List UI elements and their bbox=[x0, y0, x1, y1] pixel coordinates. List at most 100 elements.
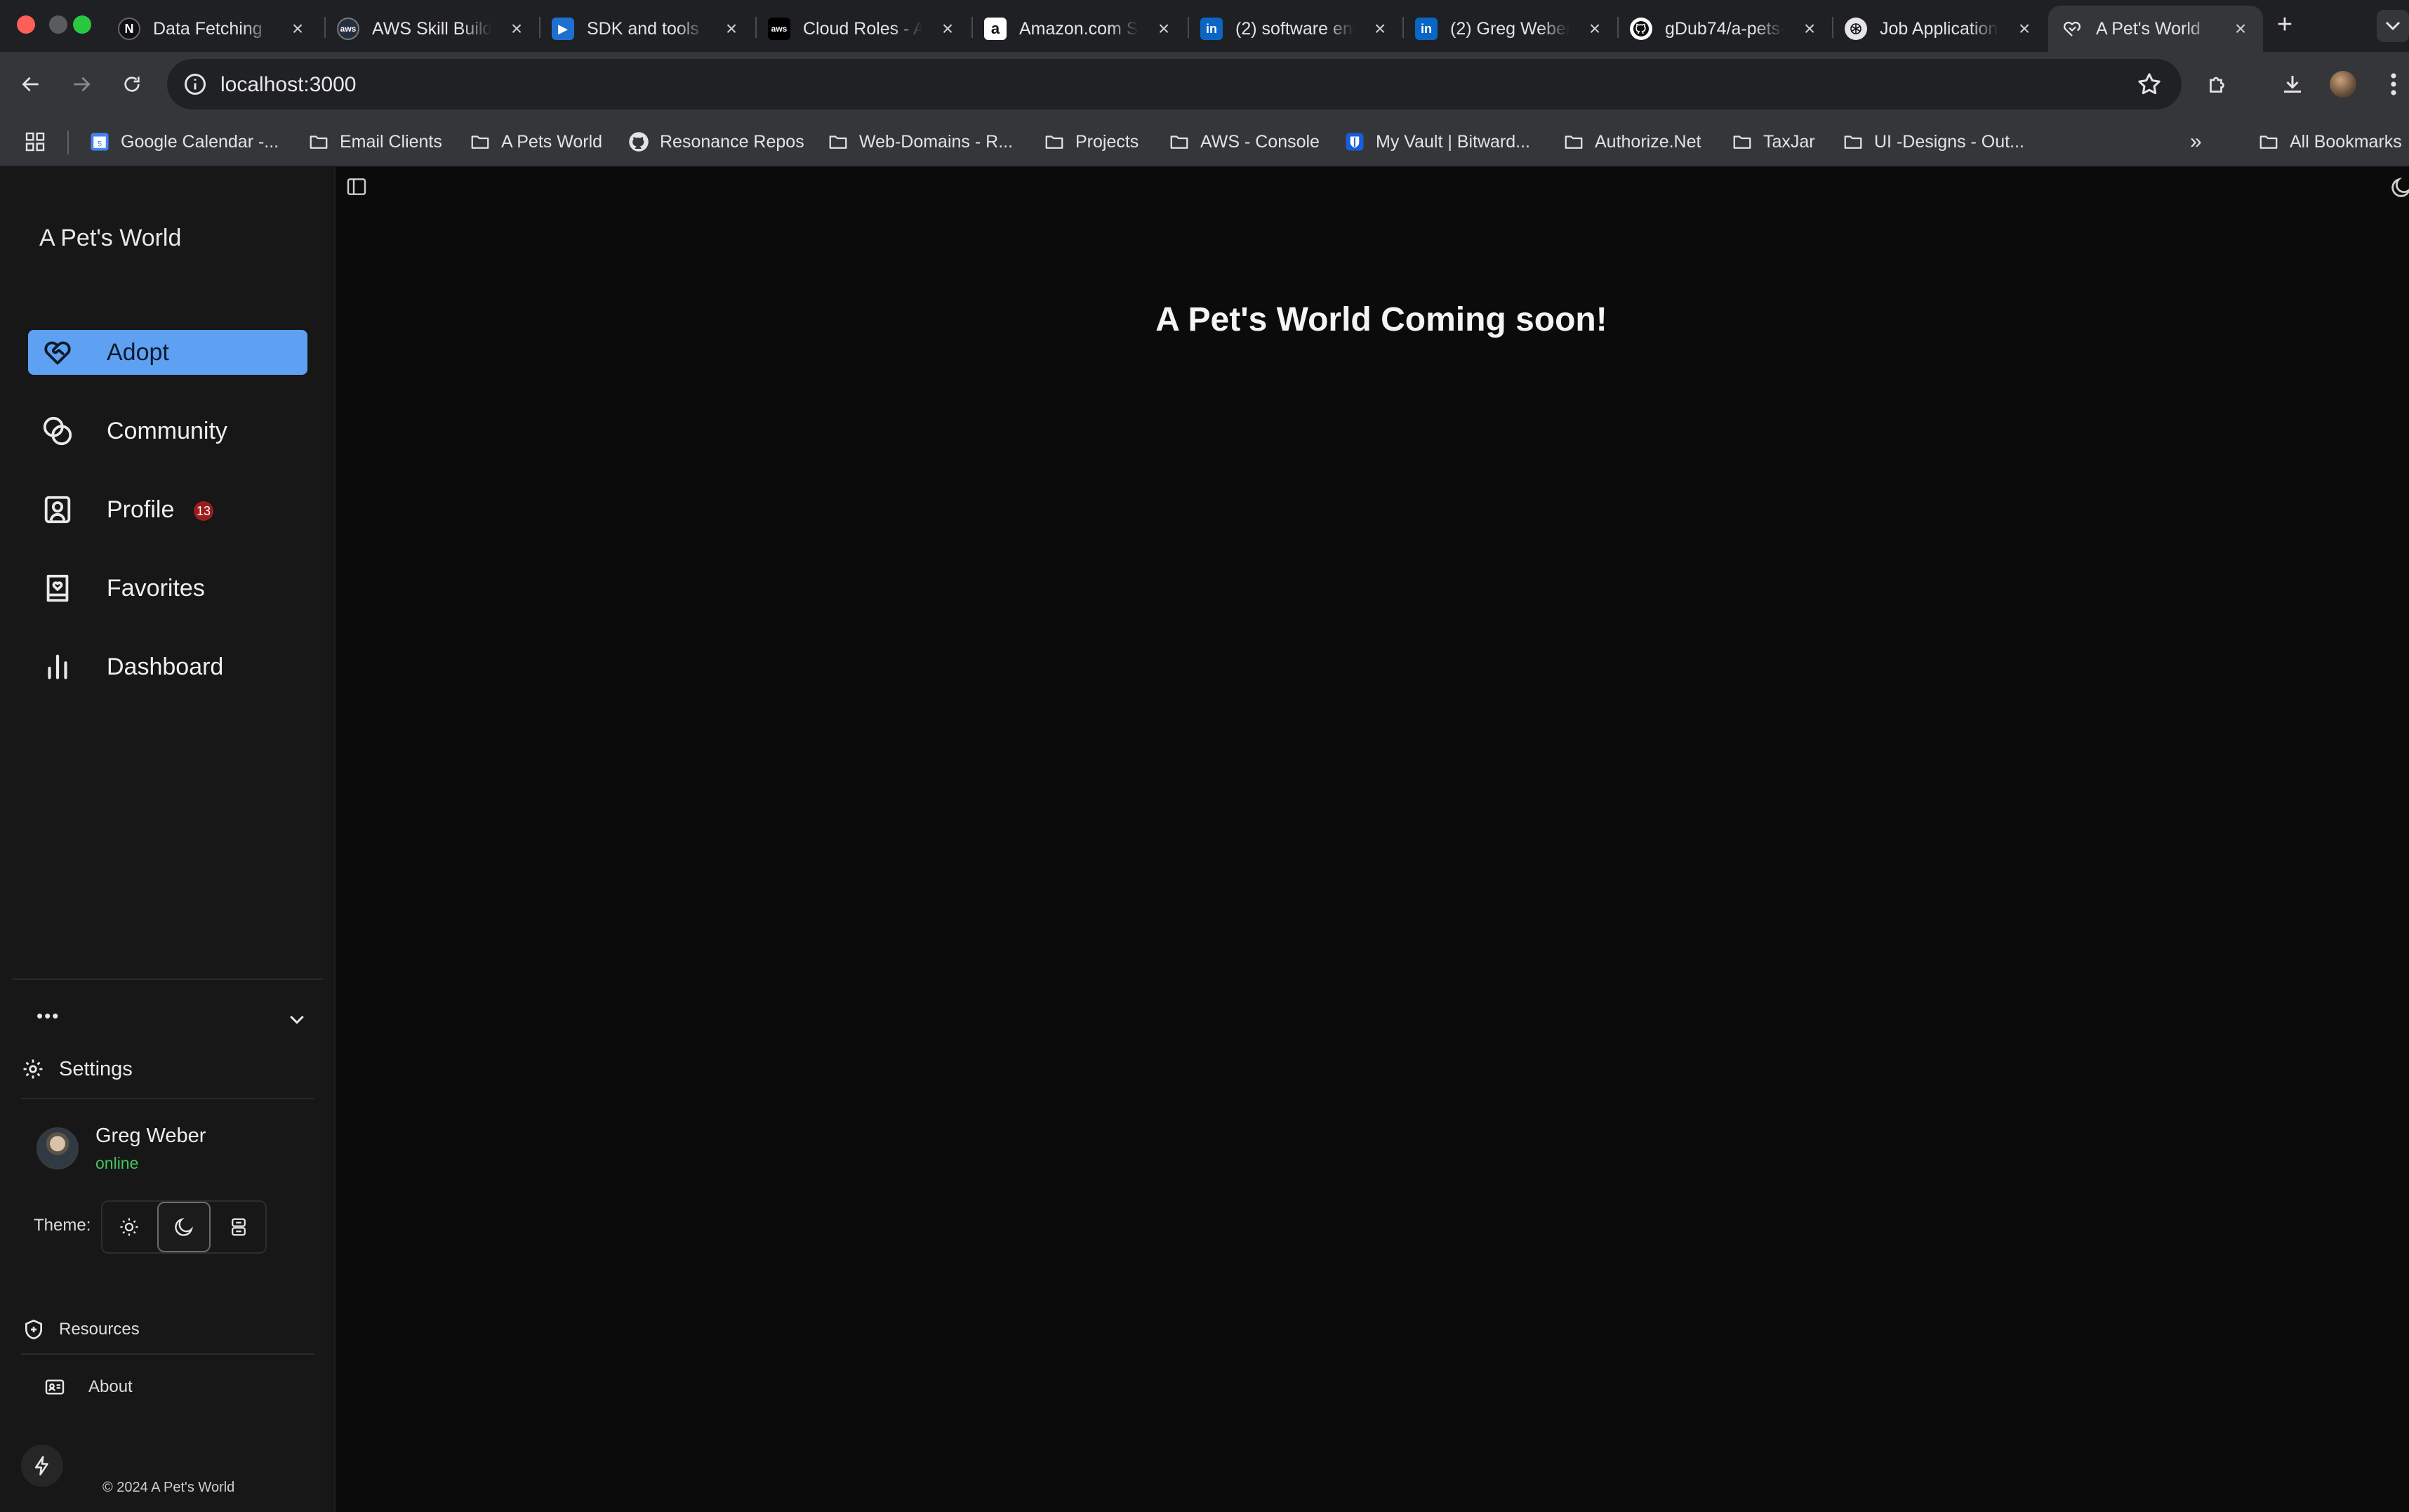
bookmarks-overflow-button[interactable]: » bbox=[2190, 128, 2202, 156]
browser-tab[interactable]: aws Cloud Roles - AWS × bbox=[755, 6, 970, 52]
aws-icon: aws bbox=[337, 18, 359, 40]
notification-badge: 13 bbox=[194, 501, 214, 521]
user-status: online bbox=[95, 1154, 139, 1172]
bookmark-folder[interactable]: Web-Domains - R... bbox=[827, 128, 1013, 156]
reload-button[interactable] bbox=[114, 66, 150, 102]
more-dots-icon[interactable]: ••• bbox=[36, 1005, 60, 1027]
tab-title: gDub74/a-pets-world bbox=[1665, 18, 1784, 39]
bookmark-item[interactable]: 5 Google Calendar -... bbox=[88, 128, 279, 156]
bookmark-folder[interactable]: Email Clients bbox=[307, 128, 442, 156]
bookmark-label: Email Clients bbox=[340, 131, 442, 152]
browser-tab[interactable]: a Amazon.com Shopping × bbox=[971, 6, 1186, 52]
bookmark-label: Web-Domains - R... bbox=[859, 131, 1014, 152]
tab-search-button[interactable] bbox=[2377, 10, 2409, 42]
bookmark-folder[interactable]: TaxJar bbox=[1731, 128, 1815, 156]
browser-tab-strip: N Data Fetching × aws AWS Skill Builder … bbox=[0, 0, 2409, 52]
folder-icon bbox=[307, 131, 330, 153]
tab-close-icon[interactable]: × bbox=[2013, 18, 2036, 40]
browser-tab[interactable]: in (2) software engineer × bbox=[1188, 6, 1402, 52]
bookmark-folder[interactable]: Projects bbox=[1043, 128, 1139, 156]
tab-close-icon[interactable]: × bbox=[2229, 18, 2252, 40]
user-name: Greg Weber bbox=[95, 1125, 206, 1147]
tab-close-icon[interactable]: × bbox=[936, 18, 959, 40]
bookmark-label: AWS - Console bbox=[1200, 131, 1320, 152]
theme-system-button[interactable] bbox=[212, 1202, 265, 1252]
settings-link[interactable]: Settings bbox=[21, 1053, 133, 1085]
browser-tab[interactable]: Job Application × bbox=[1832, 6, 2047, 52]
avatar bbox=[36, 1127, 79, 1169]
site-info-icon bbox=[185, 74, 206, 95]
moon-icon bbox=[175, 1217, 194, 1236]
tab-close-icon[interactable]: × bbox=[1798, 18, 1821, 40]
divider bbox=[21, 1098, 314, 1099]
bookmark-item[interactable]: Resonance Repos bbox=[628, 128, 804, 156]
tab-close-icon[interactable]: × bbox=[1153, 18, 1175, 40]
sidebar-item-dashboard[interactable]: Dashboard bbox=[28, 644, 307, 689]
quick-action-button[interactable] bbox=[21, 1445, 63, 1487]
theme-dark-button[interactable] bbox=[157, 1202, 211, 1252]
address-bar[interactable]: localhost:3000 bbox=[167, 59, 2182, 110]
browser-toolbar: localhost:3000 bbox=[0, 52, 2409, 117]
sidebar-item-profile[interactable]: Profile 13 bbox=[28, 487, 307, 532]
tab-close-icon[interactable]: × bbox=[1369, 18, 1391, 40]
sun-icon bbox=[120, 1218, 138, 1236]
sidebar-item-adopt[interactable]: Adopt bbox=[28, 330, 307, 375]
tab-close-icon[interactable]: × bbox=[505, 18, 528, 40]
browser-tab-active[interactable]: A Pet's World × bbox=[2048, 6, 2263, 52]
more-menu-row[interactable]: ••• bbox=[28, 1002, 316, 1037]
bookmark-folder[interactable]: UI -Designs - Out... bbox=[1842, 128, 2024, 156]
brand-title[interactable]: A Pet's World bbox=[39, 225, 181, 252]
folder-icon bbox=[827, 131, 849, 153]
bookmark-folder[interactable]: Authorize.Net bbox=[1562, 128, 1701, 156]
browser-tab[interactable]: in (2) Greg Weber × bbox=[1402, 6, 1617, 52]
tab-close-icon[interactable]: × bbox=[720, 18, 743, 40]
gear-icon bbox=[23, 1059, 43, 1079]
new-tab-button[interactable]: + bbox=[2269, 8, 2301, 41]
bookmark-folder[interactable]: A Pets World bbox=[469, 128, 602, 156]
chevron-down-icon[interactable] bbox=[285, 1009, 309, 1030]
shield-plus-icon bbox=[25, 1319, 42, 1340]
profile-button[interactable] bbox=[2326, 67, 2360, 101]
id-card-icon bbox=[45, 1379, 65, 1395]
arrow-left-icon bbox=[22, 77, 39, 92]
browser-tab[interactable]: gDub74/a-pets-world × bbox=[1617, 6, 1832, 52]
sidebar-toggle-icon[interactable] bbox=[345, 175, 368, 198]
double-chevron-icon: » bbox=[2190, 130, 2202, 153]
openai-icon bbox=[1845, 18, 1867, 40]
browser-tab[interactable]: N Data Fetching × bbox=[105, 6, 320, 52]
theme-toggle-group bbox=[101, 1200, 267, 1254]
bookmark-label: A Pets World bbox=[501, 131, 603, 152]
extensions-button[interactable] bbox=[2201, 67, 2235, 101]
url-text[interactable]: localhost:3000 bbox=[220, 73, 356, 97]
bookmark-item[interactable]: My Vault | Bitward... bbox=[1343, 128, 1530, 156]
sidebar-item-community[interactable]: Community bbox=[28, 409, 307, 453]
apps-button[interactable] bbox=[24, 128, 46, 156]
all-bookmarks-button[interactable]: All Bookmarks bbox=[2257, 128, 2402, 156]
window-zoom-button[interactable] bbox=[73, 15, 91, 34]
folder-icon bbox=[1043, 131, 1066, 153]
browser-menu-button[interactable] bbox=[2377, 67, 2409, 101]
sidebar-item-favorites[interactable]: Favorites bbox=[28, 566, 307, 611]
bookmark-label: All Bookmarks bbox=[2290, 131, 2402, 152]
tab-close-icon[interactable]: × bbox=[1584, 18, 1606, 40]
about-link[interactable]: About bbox=[44, 1373, 133, 1401]
copyright-text: © 2024 A Pet's World bbox=[102, 1480, 235, 1495]
window-close-button[interactable] bbox=[17, 15, 35, 34]
downloads-button[interactable] bbox=[2276, 67, 2309, 101]
page-viewport: A Pet's World Adopt Community Profile 13 bbox=[0, 167, 2409, 1512]
browser-tab[interactable]: aws AWS Skill Builder × bbox=[324, 6, 539, 52]
back-button[interactable] bbox=[13, 66, 49, 102]
sidebar: A Pet's World Adopt Community Profile 13 bbox=[0, 167, 336, 1512]
resources-link[interactable]: Resources bbox=[22, 1315, 140, 1344]
tab-close-icon[interactable]: × bbox=[286, 18, 309, 40]
user-card[interactable]: Greg Weber online bbox=[36, 1122, 303, 1178]
forward-button[interactable] bbox=[63, 66, 100, 102]
arrow-right-icon bbox=[74, 77, 91, 92]
theme-light-button[interactable] bbox=[102, 1202, 156, 1252]
bookmark-folder[interactable]: AWS - Console bbox=[1168, 128, 1320, 156]
sidebar-item-label: Dashboard bbox=[107, 653, 224, 680]
browser-tab[interactable]: ▶ SDK and tools × bbox=[539, 6, 754, 52]
calendar-icon: 5 bbox=[88, 131, 111, 153]
window-minimize-button[interactable] bbox=[49, 15, 67, 34]
moon-icon[interactable] bbox=[2389, 175, 2409, 199]
